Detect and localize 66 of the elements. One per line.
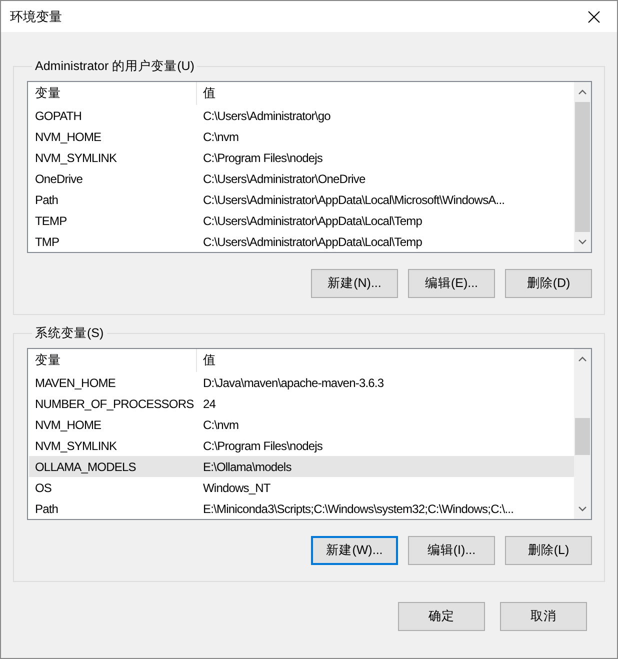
variable-name: MAVEN_HOME xyxy=(34,376,116,390)
variable-name: TMP xyxy=(34,234,60,248)
variable-value: 24 xyxy=(202,396,217,410)
variable-name: Path xyxy=(34,192,60,206)
scroll-up-icon[interactable] xyxy=(578,356,587,362)
dialog-button[interactable]: 删除(L) xyxy=(505,536,592,565)
list-row[interactable]: NVM_SYMLINK C:\Program Files\nodejs xyxy=(29,435,574,456)
scroll-thumb[interactable] xyxy=(575,102,590,232)
variable-value: C:\nvm xyxy=(202,130,240,144)
variable-name: OS xyxy=(34,480,53,494)
scroll-down-icon[interactable] xyxy=(578,506,587,512)
list-row[interactable]: NVM_HOME C:\nvm xyxy=(29,414,574,435)
dialog-button[interactable]: 新建(N)... xyxy=(311,269,398,298)
dialog-button[interactable]: 确定 xyxy=(398,602,485,631)
variable-value: C:\Users\Administrator\go xyxy=(202,108,332,122)
list-row[interactable]: NVM_SYMLINK C:\Program Files\nodejs xyxy=(29,147,574,168)
scroll-down-icon[interactable] xyxy=(578,239,587,245)
group-title: 系统变量(S) xyxy=(34,325,105,342)
variable-value: D:\Java\maven\apache-maven-3.6.3 xyxy=(202,376,385,390)
list-row[interactable]: TEMP C:\Users\Administrator\AppData\Local\Temp xyxy=(29,210,574,231)
list-row[interactable]: OLLAMA_MODELS E:\Ollama\models xyxy=(29,456,574,477)
variable-name: NVM_SYMLINK xyxy=(34,150,118,164)
dialog-button[interactable]: 取消 xyxy=(500,602,587,631)
column-header[interactable]: 值 xyxy=(197,82,574,105)
list-row[interactable]: Path C:\Users\Administrator\AppData\Local\Microsoft\WindowsA... xyxy=(29,189,574,210)
variable-value: C:\Program Files\nodejs xyxy=(202,438,324,452)
variable-name: GOPATH xyxy=(34,108,82,122)
variable-name: NVM_HOME xyxy=(34,418,102,432)
variable-value: C:\Users\Administrator\AppData\Local\Temp xyxy=(202,234,424,248)
variable-name: Path xyxy=(34,502,60,516)
variable-value: C:\nvm xyxy=(202,418,240,432)
variable-name: TEMP xyxy=(34,214,68,228)
dialog-button[interactable]: 编辑(I)... xyxy=(408,536,495,565)
scrollbar[interactable] xyxy=(574,349,591,519)
list-row[interactable]: TMP C:\Users\Administrator\AppData\Local\Temp xyxy=(29,231,574,252)
variable-name: OLLAMA_MODELS xyxy=(34,460,137,474)
dialog-button[interactable]: 删除(D) xyxy=(505,269,592,298)
dialog-button[interactable]: 新建(W)... xyxy=(311,536,398,565)
scroll-up-icon[interactable] xyxy=(578,89,587,95)
variable-value: C:\Users\Administrator\AppData\Local\Temp xyxy=(202,214,424,228)
variable-value: C:\Program Files\nodejs xyxy=(202,150,324,164)
scroll-thumb[interactable] xyxy=(575,418,590,455)
list-row[interactable]: MAVEN_HOME D:\Java\maven\apache-maven-3.6.3 xyxy=(29,372,574,393)
list-row[interactable]: OS Windows_NT xyxy=(29,477,574,498)
list-row[interactable]: GOPATH C:\Users\Administrator\go xyxy=(29,105,574,126)
variable-name: NVM_SYMLINK xyxy=(34,438,118,452)
column-header[interactable]: 变量 xyxy=(29,349,197,372)
list-row[interactable]: NVM_HOME C:\nvm xyxy=(29,126,574,147)
list-row[interactable]: NUMBER_OF_PROCESSORS 24 xyxy=(29,393,574,414)
scrollbar[interactable] xyxy=(574,82,591,252)
column-header[interactable]: 变量 xyxy=(29,82,197,105)
variable-value: C:\Users\Administrator\OneDrive xyxy=(202,172,366,186)
group-title: Administrator 的用户变量(U) xyxy=(34,58,196,75)
list-row[interactable]: OneDrive C:\Users\Administrator\OneDrive xyxy=(29,168,574,189)
list-row[interactable]: Path E:\Miniconda3\Scripts;C:\Windows\system32;C:\Windows;C:\... xyxy=(29,498,574,519)
variable-value: Windows_NT xyxy=(202,480,272,494)
variable-name: NVM_HOME xyxy=(34,130,102,144)
window-title: 环境变量 xyxy=(10,8,62,26)
variable-value: E:\Ollama\models xyxy=(202,460,292,474)
variable-value: C:\Users\Administrator\AppData\Local\Microsoft\WindowsA... xyxy=(202,192,506,206)
dialog-button[interactable]: 编辑(E)... xyxy=(408,269,495,298)
variable-name: OneDrive xyxy=(34,172,84,186)
close-icon xyxy=(588,10,600,22)
variable-value: E:\Miniconda3\Scripts;C:\Windows\system32;C:\Windows;C:\... xyxy=(202,502,515,516)
variable-name: NUMBER_OF_PROCESSORS xyxy=(34,396,195,410)
column-header[interactable]: 值 xyxy=(197,349,574,372)
